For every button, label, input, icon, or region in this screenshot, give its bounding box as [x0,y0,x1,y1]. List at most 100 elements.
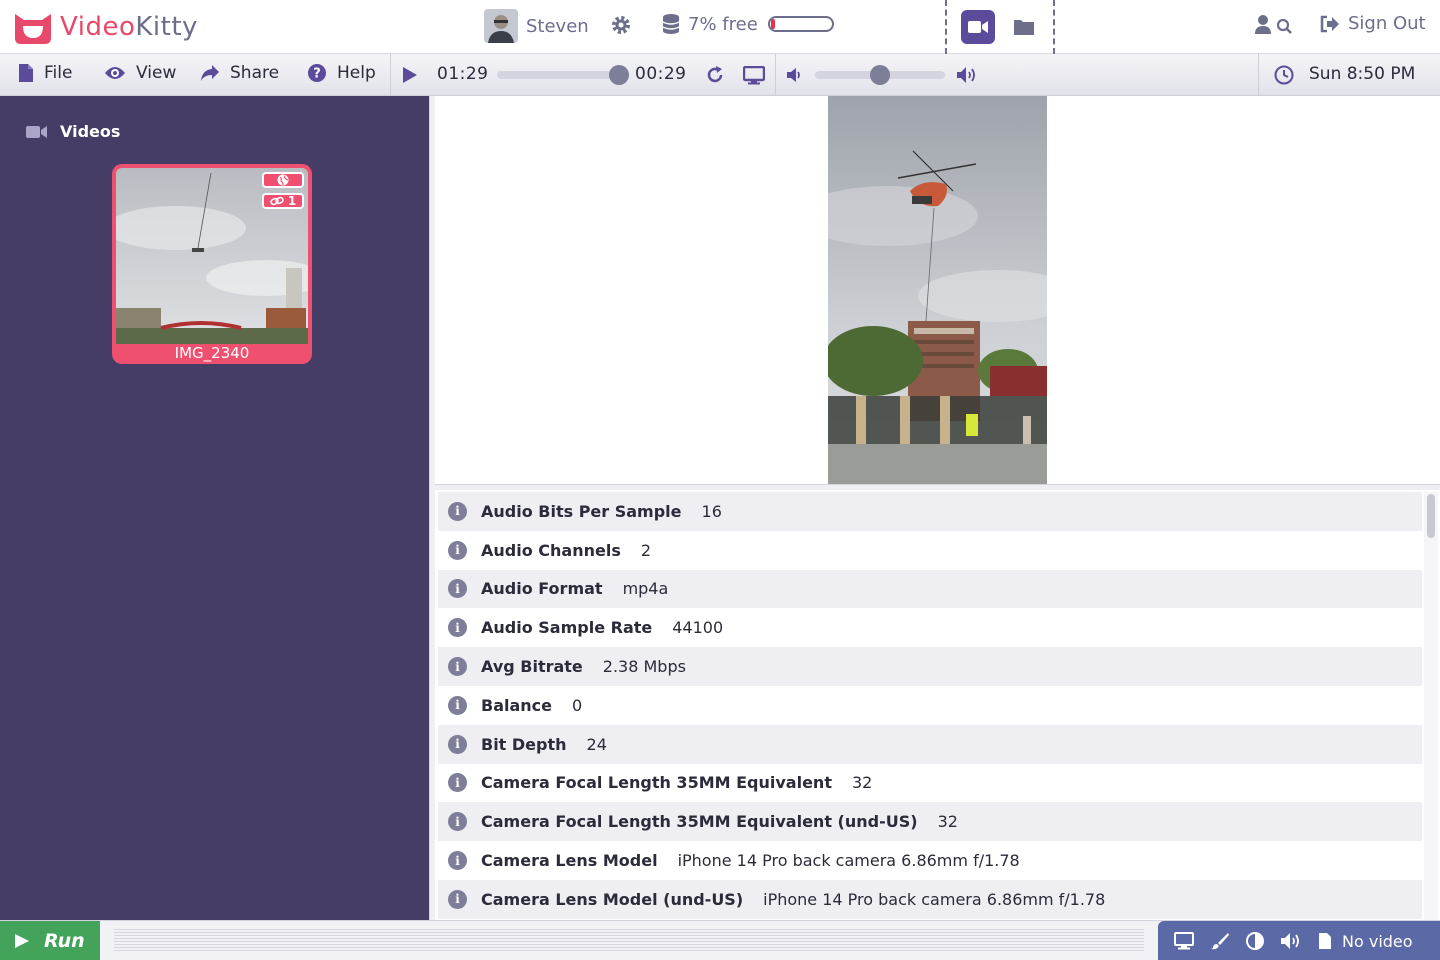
file-icon [19,64,33,82]
seek-handle[interactable] [609,65,629,85]
metadata-value: 2 [640,540,652,560]
metadata-value: 24 [586,734,607,754]
file-icon [1319,933,1331,949]
top-bar: VideoKitty Steven 7% free Sign Out [0,0,1440,54]
menu-share-label: Share [230,63,280,83]
public-badge [262,172,304,188]
metadata-value: 2.38 Mbps [602,657,686,677]
metadata-row: i Bit Depth 24 [438,724,1422,764]
toolbar-divider [390,54,391,96]
play-icon [15,934,29,948]
help-icon: ? [308,64,326,82]
folder-icon[interactable] [1013,16,1035,38]
metadata-key: Camera Focal Length 35MM Equivalent [481,773,832,793]
metadata-key: Audio Sample Rate [481,618,653,638]
scrollbar-thumb[interactable] [1427,494,1435,538]
storage-indicator: 7% free [662,13,834,35]
metadata-value: 0 [572,695,583,715]
eye-icon [105,67,125,79]
metadata-key: Camera Focal Length 35MM Equivalent (und… [481,812,918,832]
link-icon [270,196,284,206]
metadata-key: Camera Lens Model [481,851,658,871]
metadata-row: i Balance 0 [438,686,1422,725]
menu-help[interactable]: ? Help [307,63,376,83]
info-icon[interactable]: i [448,501,467,521]
video-thumbnail[interactable]: 1 IMG_2340 [112,164,312,364]
avatar [484,9,518,43]
metadata-row: i Camera Lens Model (und-US) iPhone 14 Pro… [438,879,1422,919]
status-label: No video [1342,931,1413,951]
run-button[interactable]: Run [0,921,100,960]
menu-help-label: Help [337,63,376,83]
user-name: Steven [526,15,589,37]
brush-icon[interactable] [1210,932,1230,950]
info-icon[interactable]: i [448,579,467,599]
info-icon[interactable]: i [448,657,467,677]
run-label: Run [44,930,85,952]
info-icon[interactable]: i [448,851,467,871]
video-mode-button[interactable] [961,10,995,44]
thumbnail-label: IMG_2340 [174,344,250,362]
info-icon[interactable]: i [448,812,467,832]
user-search-icon[interactable] [1254,14,1294,38]
metadata-key: Camera Lens Model (und-US) [481,889,744,909]
video-frame[interactable] [828,96,1047,484]
metadata-row: i Camera Lens Model iPhone 14 Pro back cam… [438,841,1422,880]
metadata-key: Audio Format [481,579,603,599]
mode-switcher [945,0,1055,54]
video-preview [435,96,1440,484]
metadata-key: Balance [481,695,552,715]
menu-file-label: File [44,63,73,83]
metadata-value: 16 [701,501,722,521]
metadata-value: 44100 [672,618,724,638]
metadata-row: i Audio Channels 2 [438,531,1422,570]
menu-share[interactable]: Share [200,63,279,83]
menu-file[interactable]: File [18,63,72,83]
video-camera-icon [968,21,988,33]
status-bar: No video [1158,921,1440,960]
metadata-key: Bit Depth [481,734,567,754]
menu-view[interactable]: View [104,63,176,83]
user-profile[interactable]: Steven [484,9,589,43]
bottom-bar: Run No video [0,920,1440,960]
info-icon[interactable]: i [448,540,467,560]
monitor-icon[interactable] [1174,932,1194,950]
thumbnail-image: 1 [116,168,308,344]
metadata-row: i Audio Sample Rate 44100 [438,608,1422,647]
storage-fill [770,19,775,29]
app-logo[interactable]: VideoKitty [12,8,198,46]
clock-icon [1274,65,1294,85]
volume-high-icon[interactable] [956,66,980,84]
storage-label: 7% free [688,13,758,35]
clock-label: Sun 8:50 PM [1309,64,1416,84]
play-icon[interactable] [402,66,418,84]
globe-icon [277,174,289,186]
metadata-scrollbar[interactable] [1424,492,1438,920]
metadata-value: iPhone 14 Pro back camera 6.86mm f/1.78 [677,851,1020,871]
svg-text:?: ? [313,67,321,82]
volume-handle[interactable] [870,65,890,85]
info-icon[interactable]: i [448,695,467,715]
contrast-icon[interactable] [1246,932,1264,950]
info-icon[interactable]: i [448,773,467,793]
render-progress-track [114,929,1144,953]
sidebar-title: Videos [26,122,120,141]
info-icon[interactable]: i [448,889,467,909]
sign-out-button[interactable]: Sign Out [1320,13,1426,34]
link-count: 1 [287,194,297,208]
volume-icon[interactable] [1280,932,1302,950]
volume-low-icon[interactable] [786,67,802,83]
seek-slider[interactable] [497,71,625,79]
info-icon[interactable]: i [448,618,467,638]
share-icon [201,65,219,81]
replay-icon[interactable] [705,65,725,85]
metadata-key: Avg Bitrate [481,657,583,677]
metadata-value: 32 [937,812,958,832]
gear-icon[interactable] [610,14,632,36]
panel-resize-handle[interactable] [435,484,1440,490]
playback-duration: 00:29 [635,64,687,84]
toolbar-divider [775,54,776,96]
info-icon[interactable]: i [448,734,467,754]
app-name: VideoKitty [60,12,198,42]
monitor-icon[interactable] [743,66,765,85]
